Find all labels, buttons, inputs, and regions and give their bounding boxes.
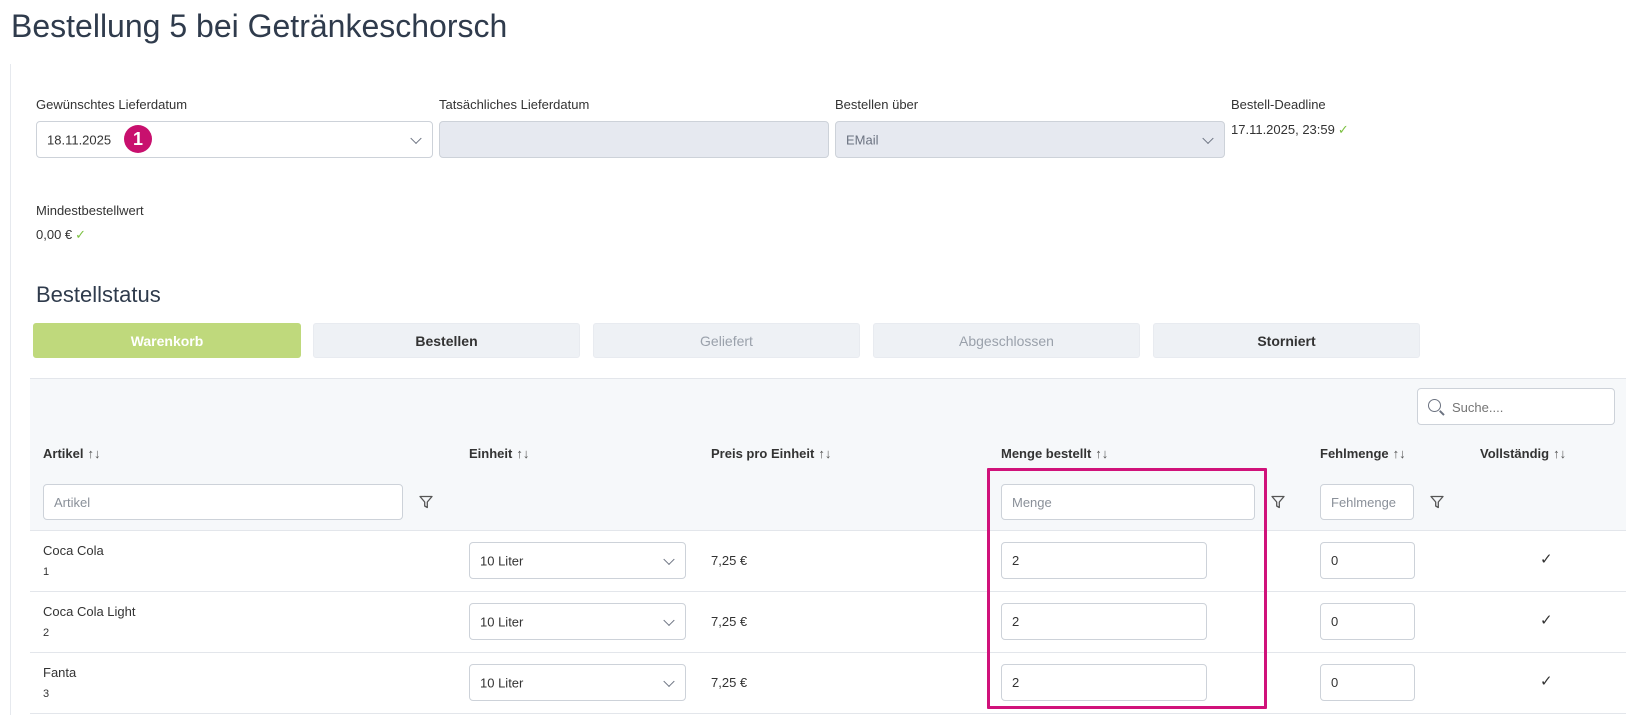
desired-date-label: Gewünschtes Lieferdatum [36,97,188,112]
unit-select[interactable]: 10 Liter [469,603,686,640]
status-bestellen-button[interactable]: Bestellen [313,323,580,358]
article-number: 2 [43,627,50,639]
col-vollstaendig[interactable]: Vollständig ↑↓ [1480,446,1566,461]
unit-value: 10 Liter [480,553,524,568]
complete-check-icon: ✓ [1540,551,1553,568]
menge-filter-input[interactable] [1001,484,1255,520]
complete-check-icon: ✓ [1540,673,1553,690]
step-badge: 1 [124,125,152,153]
filter-icon[interactable] [419,495,433,509]
col-fehlmenge[interactable]: Fehlmenge ↑↓ [1320,446,1406,461]
sort-icon: ↑↓ [516,446,530,461]
unit-select[interactable]: 10 Liter [469,664,686,701]
quantity-input[interactable] [1001,542,1207,579]
deadline-label: Bestell-Deadline [1231,97,1326,112]
order-via-value: EMail [846,132,879,147]
unit-value: 10 Liter [480,614,524,629]
search-box[interactable] [1417,388,1615,426]
status-section-title: Bestellstatus [36,282,161,307]
col-vollstaendig-label: Vollständig [1480,446,1550,461]
table-row: Coca Cola 1 10 Liter 7,25 € ✓ [30,531,1626,592]
filter-icon[interactable] [1430,495,1444,509]
col-menge[interactable]: Menge bestellt ↑↓ [1001,446,1108,461]
chevron-down-icon [663,675,675,687]
col-fehlmenge-label: Fehlmenge [1320,446,1389,461]
artikel-filter-input[interactable] [43,484,403,520]
col-einheit[interactable]: Einheit ↑↓ [469,446,529,461]
desired-date-select[interactable]: 18.11.2025 [36,121,433,158]
article-name: Coca Cola Light [43,604,136,619]
status-geliefert-button[interactable]: Geliefert [593,323,860,358]
sort-icon: ↑↓ [1095,446,1109,461]
col-preis-label: Preis pro Einheit [711,446,815,461]
status-warenkorb-button[interactable]: Warenkorb [33,323,301,358]
unit-price: 7,25 € [711,675,748,690]
quantity-input[interactable] [1001,603,1207,640]
card-border [10,64,11,715]
sort-icon: ↑↓ [1392,446,1406,461]
min-order-value-wrap: 0,00 € ✓ [36,227,86,243]
order-via-label: Bestellen über [835,97,919,112]
table-row: Fanta 3 10 Liter 7,25 € ✓ [30,653,1626,714]
sort-icon: ↑↓ [87,446,101,461]
missing-quantity-input[interactable] [1320,542,1415,579]
status-abgeschlossen-button[interactable]: Abgeschlossen [873,323,1140,358]
status-storniert-button[interactable]: Storniert [1153,323,1420,358]
min-order-label: Mindestbestellwert [36,203,144,218]
unit-price: 7,25 € [711,553,748,568]
sort-icon: ↑↓ [1553,446,1567,461]
deadline-value-wrap: 17.11.2025, 23:59 ✓ [1231,122,1349,138]
chevron-down-icon [663,614,675,626]
article-name: Coca Cola [43,543,104,558]
search-input[interactable] [1450,389,1614,426]
article-number: 1 [43,566,50,578]
unit-value: 10 Liter [480,675,524,690]
complete-check-icon: ✓ [1540,612,1553,629]
article-name: Fanta [43,665,77,680]
table-toolbar [30,378,1626,437]
unit-select[interactable]: 10 Liter [469,542,686,579]
col-preis[interactable]: Preis pro Einheit ↑↓ [711,446,831,461]
quantity-input[interactable] [1001,664,1207,701]
chevron-down-icon [663,553,675,565]
actual-date-field [439,121,829,158]
sort-icon: ↑↓ [818,446,832,461]
actual-date-label: Tatsächliches Lieferdatum [439,97,590,112]
missing-quantity-input[interactable] [1320,664,1415,701]
chevron-down-icon [1202,132,1214,144]
table-header: Artikel ↑↓ Einheit ↑↓ Preis pro Einheit ↑↓ … [30,435,1626,474]
order-via-select: EMail [835,121,1225,158]
deadline-value: 17.11.2025, 23:59 [1231,122,1335,137]
min-order-value: 0,00 € [36,227,73,242]
check-icon: ✓ [1337,122,1349,137]
col-artikel-label: Artikel [43,446,84,461]
missing-quantity-input[interactable] [1320,603,1415,640]
search-icon [1428,399,1441,412]
unit-price: 7,25 € [711,614,748,629]
table-row: Coca Cola Light 2 10 Liter 7,25 € ✓ [30,592,1626,653]
col-artikel[interactable]: Artikel ↑↓ [43,446,100,461]
chevron-down-icon [410,132,422,144]
article-number: 3 [43,688,50,700]
desired-date-value: 18.11.2025 [47,132,112,147]
page-title: Bestellung 5 bei Getränkeschorsch [11,8,508,44]
col-einheit-label: Einheit [469,446,513,461]
fehlmenge-filter-input[interactable] [1320,484,1414,520]
col-menge-label: Menge bestellt [1001,446,1092,461]
check-icon: ✓ [75,227,87,242]
filter-icon[interactable] [1271,495,1285,509]
